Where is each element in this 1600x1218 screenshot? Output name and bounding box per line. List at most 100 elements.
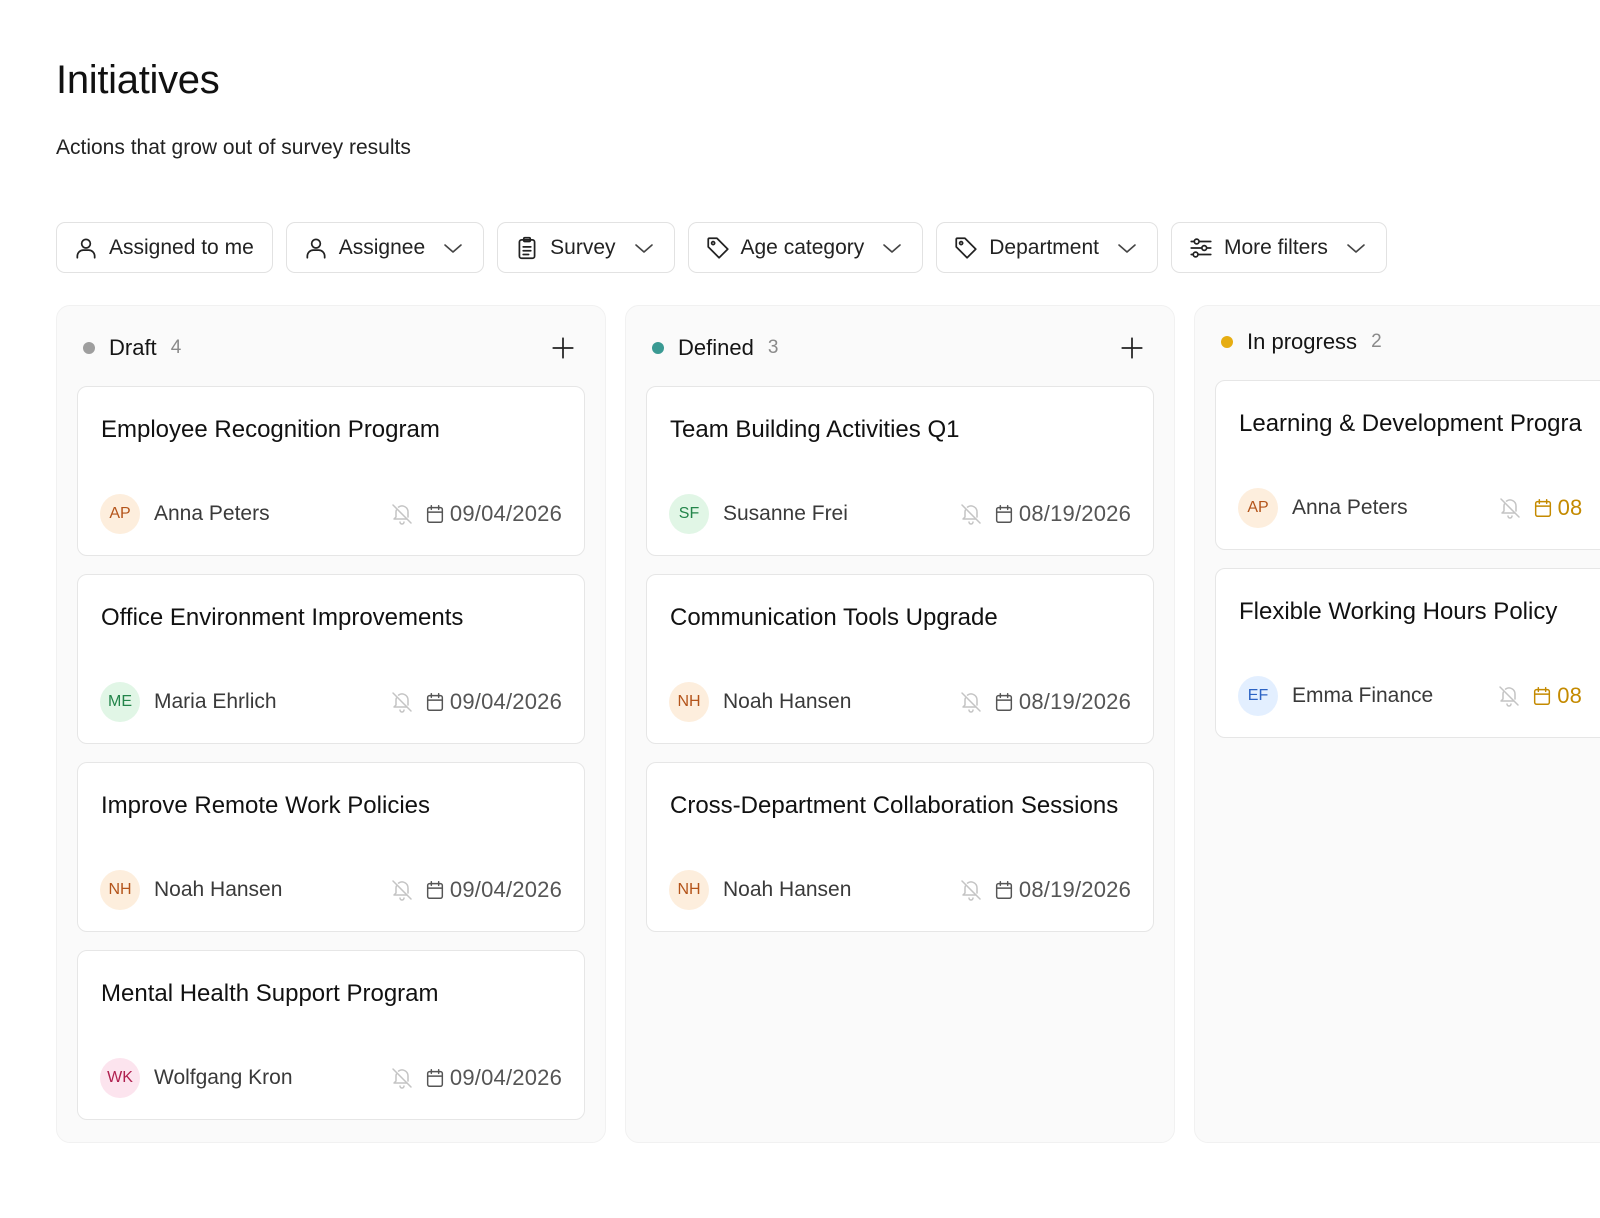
chevron-down-icon bbox=[883, 243, 902, 253]
bell-off-icon[interactable] bbox=[390, 502, 414, 526]
filter-assigned-to-me[interactable]: Assigned to me bbox=[56, 222, 273, 273]
initiative-card[interactable]: Team Building Activities Q1 SF Susanne F… bbox=[646, 386, 1154, 556]
column-name: In progress bbox=[1247, 329, 1358, 354]
filter-label: Survey bbox=[550, 235, 616, 259]
user-icon bbox=[306, 237, 326, 259]
calendar-icon bbox=[426, 505, 443, 523]
chevron-down-icon bbox=[1347, 243, 1365, 253]
add-card-button[interactable] bbox=[1116, 332, 1148, 364]
page-subtitle: Actions that grow out of survey results bbox=[56, 136, 411, 159]
avatar: AP bbox=[100, 494, 140, 534]
column-defined: Defined 3 Team Building Activities Q1 SF… bbox=[625, 305, 1175, 1143]
card-footer: NH Noah Hansen 09/04/2026 bbox=[100, 869, 562, 911]
card-list: Team Building Activities Q1 SF Susanne F… bbox=[646, 386, 1154, 950]
clipboard-icon bbox=[518, 236, 536, 259]
bell-off-icon[interactable] bbox=[390, 1066, 414, 1090]
filter-more-filters[interactable]: More filters bbox=[1170, 222, 1387, 273]
column-header: Draft 4 bbox=[83, 328, 579, 368]
tag-icon bbox=[706, 236, 729, 259]
due-date: 09/04/2026 bbox=[449, 1065, 562, 1090]
status-dot-icon bbox=[652, 342, 664, 354]
assignee-name: Noah Hansen bbox=[154, 878, 283, 901]
calendar-icon bbox=[995, 505, 1012, 523]
filter-survey[interactable]: Survey bbox=[497, 222, 675, 273]
filter-label: Assigned to me bbox=[109, 235, 254, 259]
avatar: WK bbox=[100, 1058, 140, 1098]
assignee-name: Wolfgang Kron bbox=[154, 1066, 293, 1089]
filter-label: More filters bbox=[1223, 235, 1328, 259]
page-title: Initiatives bbox=[56, 58, 220, 102]
card-footer: AP Anna Peters 09/04/2026 bbox=[100, 493, 562, 535]
card-footer: NH Noah Hansen 08/19/2026 bbox=[669, 681, 1131, 723]
calendar-icon bbox=[426, 881, 443, 899]
initiative-card[interactable]: Office Environment Improvements ME Maria… bbox=[77, 574, 585, 744]
tag-icon bbox=[955, 236, 977, 259]
chevron-down-icon bbox=[444, 243, 462, 253]
filter-age-category[interactable]: Age category bbox=[687, 222, 924, 273]
initiative-card[interactable]: Mental Health Support Program WK Wolfgan… bbox=[77, 950, 585, 1120]
card-footer: SF Susanne Frei 08/19/2026 bbox=[669, 493, 1131, 535]
bell-off-icon[interactable] bbox=[390, 878, 414, 902]
card-title: Flexible Working Hours Policy bbox=[1239, 598, 1558, 625]
column-count: 4 bbox=[170, 337, 182, 358]
assignee-name: Noah Hansen bbox=[723, 878, 852, 901]
assignee-name: Maria Ehrlich bbox=[154, 690, 277, 713]
due-date: 08/19/2026 bbox=[1018, 877, 1131, 902]
add-card-button[interactable] bbox=[547, 332, 579, 364]
due-date: 09/04/2026 bbox=[449, 501, 562, 526]
card-footer: WK Wolfgang Kron 09/04/2026 bbox=[100, 1057, 562, 1099]
column-name: Defined bbox=[678, 335, 754, 360]
initiative-card[interactable]: Learning & Development Progra AP Anna Pe… bbox=[1215, 380, 1600, 550]
filter-label: Age category bbox=[740, 235, 865, 259]
avatar: NH bbox=[669, 682, 709, 722]
avatar: EF bbox=[1238, 676, 1278, 716]
status-dot-icon bbox=[1221, 336, 1233, 348]
avatar: AP bbox=[1238, 488, 1278, 528]
assignee-name: Susanne Frei bbox=[723, 502, 848, 525]
card-title: Communication Tools Upgrade bbox=[670, 604, 998, 631]
status-dot-icon bbox=[83, 342, 95, 354]
chevron-down-icon bbox=[634, 243, 653, 253]
assignee-name: Noah Hansen bbox=[723, 690, 852, 713]
initiative-card[interactable]: Employee Recognition Program AP Anna Pet… bbox=[77, 386, 585, 556]
plus-icon bbox=[552, 337, 574, 359]
column-draft: Draft 4 Employee Recognition Program AP … bbox=[56, 305, 606, 1143]
initiative-card[interactable]: Cross-Department Collaboration Sessions … bbox=[646, 762, 1154, 932]
filter-department[interactable]: Department bbox=[936, 222, 1158, 273]
initiative-card[interactable]: Improve Remote Work Policies NH Noah Han… bbox=[77, 762, 585, 932]
chevron-down-icon bbox=[1118, 243, 1136, 253]
due-date: 09/04/2026 bbox=[449, 689, 562, 714]
column-name: Draft bbox=[109, 335, 157, 360]
column-count: 2 bbox=[1371, 331, 1382, 352]
due-date: 08 bbox=[1557, 683, 1583, 708]
column-count: 3 bbox=[767, 337, 779, 358]
bell-off-icon[interactable] bbox=[1498, 496, 1522, 520]
calendar-icon bbox=[995, 881, 1012, 899]
card-footer: AP Anna Peters 08 bbox=[1238, 487, 1600, 529]
assignee-name: Anna Peters bbox=[154, 502, 270, 525]
card-footer: NH Noah Hansen 08/19/2026 bbox=[669, 869, 1131, 911]
calendar-icon bbox=[426, 693, 443, 711]
bell-off-icon[interactable] bbox=[959, 878, 983, 902]
bell-off-icon[interactable] bbox=[959, 502, 983, 526]
due-date: 08 bbox=[1557, 495, 1583, 520]
card-footer: ME Maria Ehrlich 09/04/2026 bbox=[100, 681, 562, 723]
initiative-card[interactable]: Flexible Working Hours Policy EF Emma Fi… bbox=[1215, 568, 1600, 738]
assignee-name: Anna Peters bbox=[1292, 496, 1408, 519]
sliders-icon bbox=[1190, 237, 1212, 258]
card-title: Employee Recognition Program bbox=[101, 416, 440, 443]
bell-off-icon[interactable] bbox=[1497, 684, 1521, 708]
calendar-icon bbox=[1534, 499, 1551, 517]
filter-assignee[interactable]: Assignee bbox=[285, 222, 485, 273]
due-date: 08/19/2026 bbox=[1018, 501, 1131, 526]
avatar: SF bbox=[669, 494, 709, 534]
column-header: Defined 3 bbox=[652, 328, 1148, 368]
avatar: NH bbox=[669, 870, 709, 910]
filter-bar: Assigned to me Assignee Survey Age categ… bbox=[56, 222, 1387, 273]
calendar-icon bbox=[1534, 687, 1551, 705]
bell-off-icon[interactable] bbox=[390, 690, 414, 714]
column-header: In progress 2 bbox=[1221, 322, 1600, 362]
initiative-card[interactable]: Communication Tools Upgrade NH Noah Hans… bbox=[646, 574, 1154, 744]
card-title: Office Environment Improvements bbox=[101, 604, 464, 631]
bell-off-icon[interactable] bbox=[959, 690, 983, 714]
